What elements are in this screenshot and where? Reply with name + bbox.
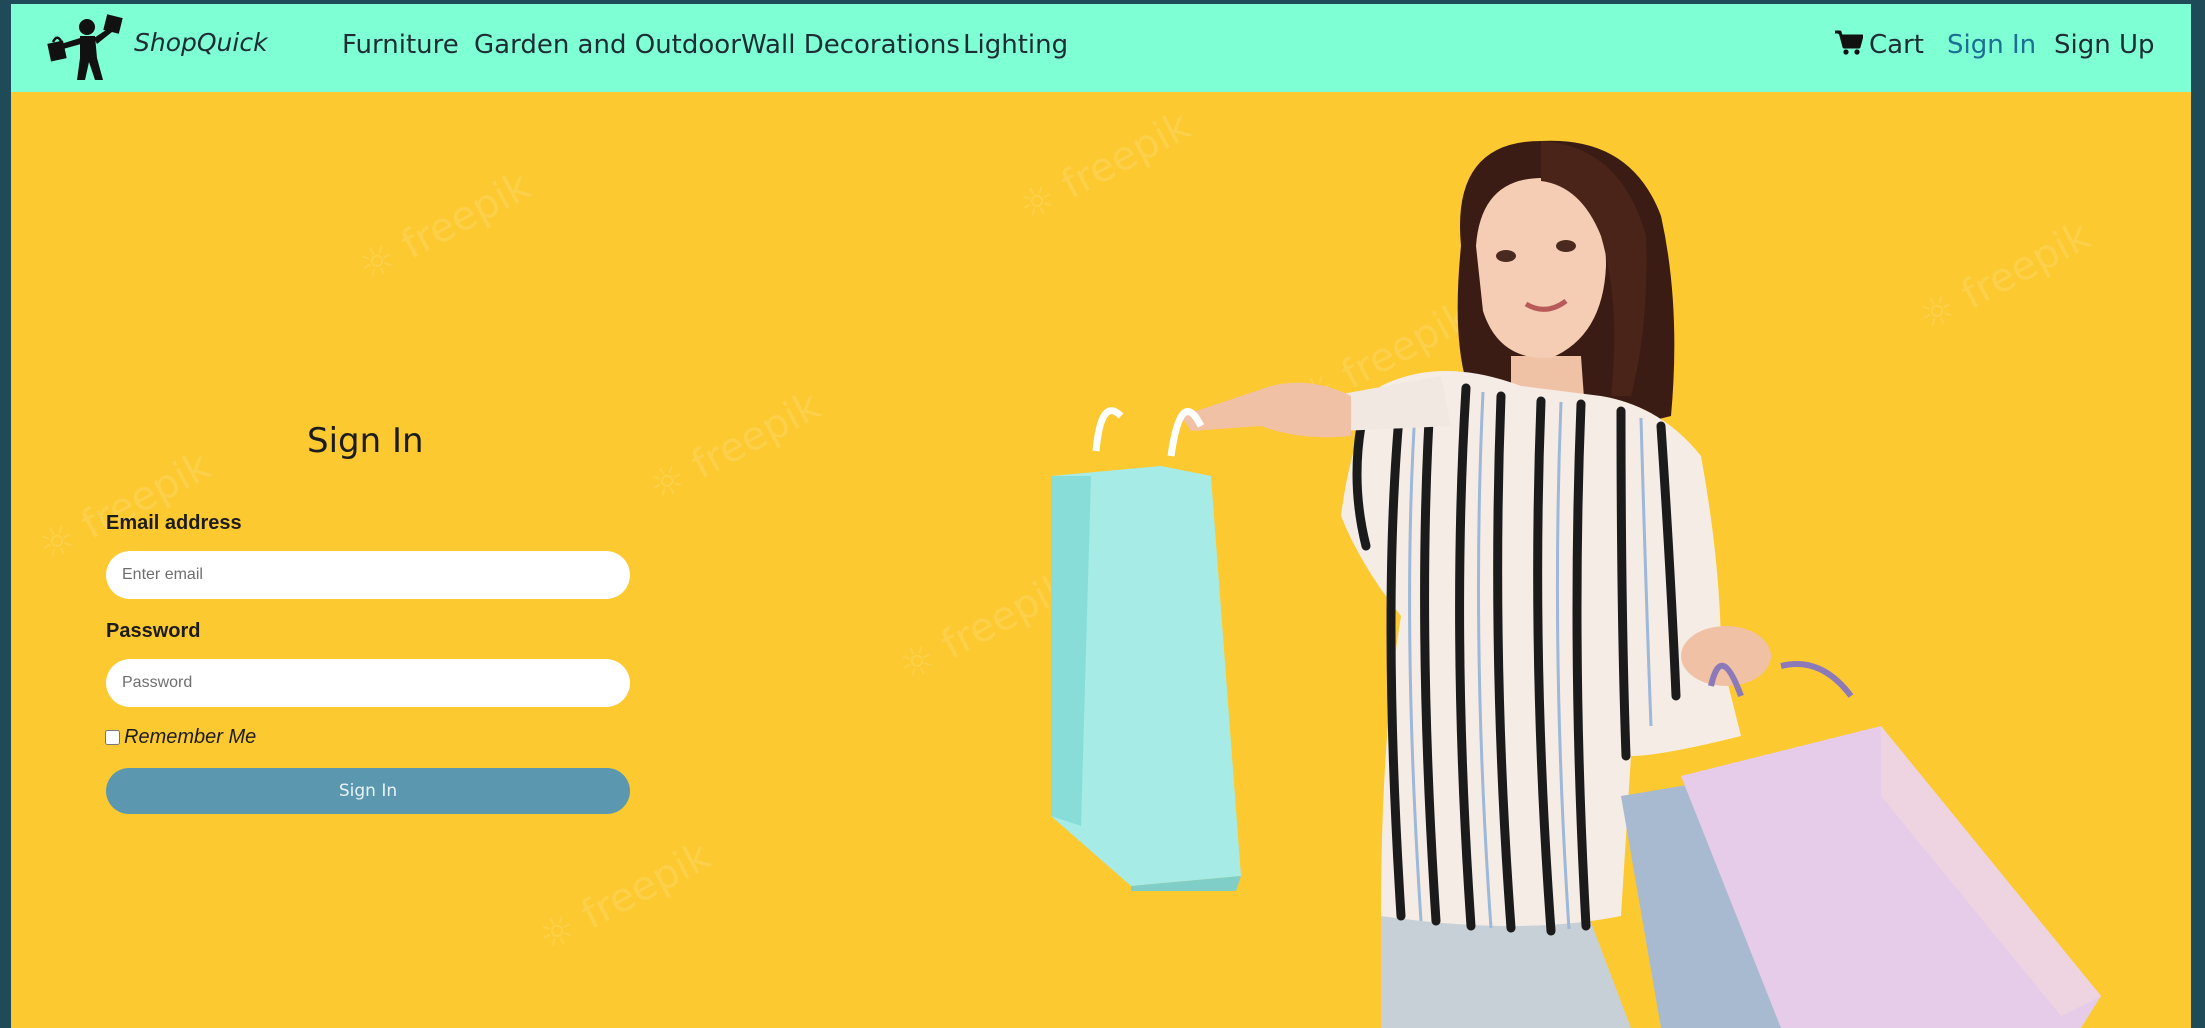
nav-link-furniture[interactable]: Furniture — [342, 30, 459, 60]
watermark: ☼ freepik — [351, 162, 538, 292]
cart-link[interactable]: Cart — [1835, 30, 1924, 60]
cart-label: Cart — [1869, 30, 1924, 60]
nav-signup-link[interactable]: Sign Up — [2054, 30, 2155, 60]
nav-link-wall-decorations[interactable]: Wall Decorations — [741, 30, 960, 60]
nav-link-garden-and-outdoor[interactable]: Garden and Outdoor — [474, 30, 741, 60]
remember-me-label[interactable]: Remember Me — [124, 726, 256, 749]
top-navbar: ShopQuick Furniture Garden and Outdoor W… — [11, 4, 2191, 92]
password-input[interactable] — [106, 659, 630, 707]
signin-submit-button[interactable]: Sign In — [106, 768, 630, 814]
nav-signin-link[interactable]: Sign In — [1947, 30, 2036, 60]
watermark: ☼ freepik — [531, 832, 718, 962]
woman-with-shopping-bags-image — [1051, 140, 2101, 1028]
nav-link-lighting[interactable]: Lighting — [963, 30, 1068, 60]
email-label: Email address — [106, 512, 242, 534]
remember-me-checkbox[interactable] — [105, 730, 120, 745]
shopper-with-bags-icon[interactable] — [47, 14, 123, 82]
brand-name[interactable]: ShopQuick — [134, 28, 268, 57]
watermark: ☼ freepik — [641, 382, 828, 512]
shopping-cart-icon — [1835, 30, 1864, 55]
email-input[interactable] — [106, 551, 630, 599]
password-label: Password — [106, 620, 201, 642]
signin-heading: Sign In — [307, 421, 424, 461]
browser-viewport: ☼ freepik ☼ freepik ☼ freepik ☼ freepik … — [11, 4, 2191, 1028]
